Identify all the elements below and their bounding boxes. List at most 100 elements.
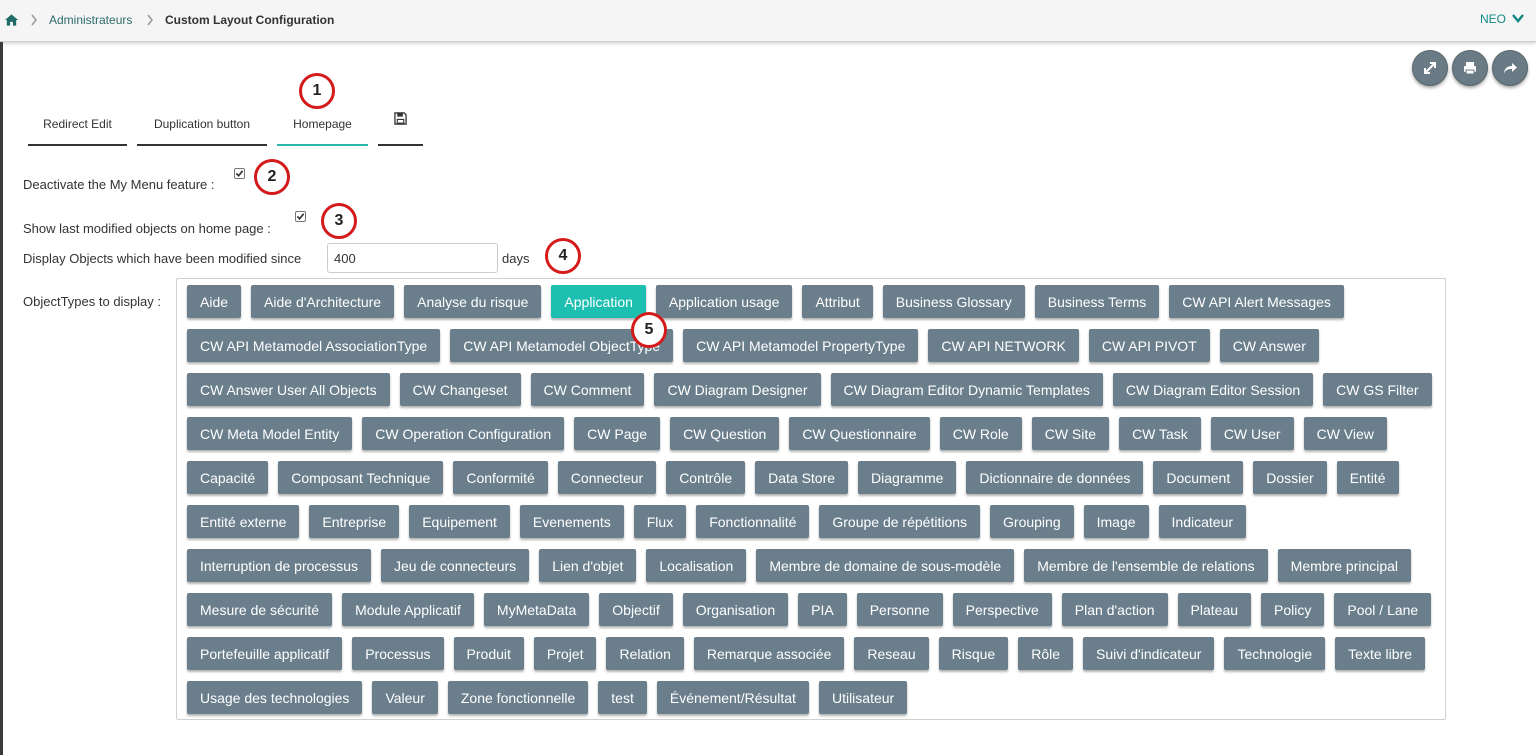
object-type-button[interactable]: Aide d'Architecture bbox=[251, 285, 395, 318]
object-type-button[interactable]: Zone fonctionnelle bbox=[447, 681, 589, 714]
object-type-button[interactable]: Entité bbox=[1336, 461, 1399, 494]
object-type-button[interactable]: Usage des technologies bbox=[187, 681, 363, 714]
tab-homepage[interactable]: Homepage bbox=[277, 104, 368, 146]
object-type-button[interactable]: Projet bbox=[533, 637, 597, 670]
object-type-button[interactable]: Capacité bbox=[187, 461, 269, 494]
object-type-button[interactable]: Utilisateur bbox=[818, 681, 908, 714]
object-type-button[interactable]: Policy bbox=[1261, 593, 1325, 626]
object-type-button[interactable]: CW Diagram Designer bbox=[654, 373, 821, 406]
deactivate-my-menu-checkbox[interactable] bbox=[234, 168, 245, 179]
object-type-button[interactable]: CW Task bbox=[1119, 417, 1201, 450]
object-type-button[interactable]: CW Operation Configuration bbox=[362, 417, 565, 450]
object-type-button[interactable]: Mesure de sécurité bbox=[187, 593, 333, 626]
tab-redirect-edit[interactable]: Redirect Edit bbox=[28, 104, 127, 146]
object-type-button[interactable]: CW Answer bbox=[1219, 329, 1319, 362]
object-type-button[interactable]: CW Comment bbox=[530, 373, 645, 406]
object-type-button[interactable]: CW API Alert Messages bbox=[1169, 285, 1344, 318]
object-type-button[interactable]: Contrôle bbox=[666, 461, 746, 494]
object-type-button[interactable]: CW Diagram Editor Dynamic Templates bbox=[830, 373, 1103, 406]
object-type-button[interactable]: Connecteur bbox=[557, 461, 657, 494]
object-type-button[interactable]: Produit bbox=[453, 637, 524, 670]
object-type-button[interactable]: Rôle bbox=[1018, 637, 1074, 670]
object-type-button[interactable]: PIA bbox=[798, 593, 847, 626]
object-type-button[interactable]: Texte libre bbox=[1335, 637, 1425, 670]
object-type-button[interactable]: Fonctionnalité bbox=[696, 505, 810, 538]
object-type-button[interactable]: CW User bbox=[1210, 417, 1294, 450]
object-type-button[interactable]: Personne bbox=[856, 593, 943, 626]
print-button[interactable] bbox=[1452, 50, 1488, 86]
object-type-button[interactable]: Application bbox=[551, 285, 646, 318]
object-type-button[interactable]: CW View bbox=[1303, 417, 1387, 450]
object-type-button[interactable]: Valeur bbox=[372, 681, 438, 714]
object-type-button[interactable]: Document bbox=[1153, 461, 1244, 494]
object-type-button[interactable]: test bbox=[598, 681, 647, 714]
object-type-button[interactable]: Organisation bbox=[682, 593, 789, 626]
object-type-button[interactable]: Membre de domaine de sous-modèle bbox=[756, 549, 1015, 582]
object-type-button[interactable]: Image bbox=[1083, 505, 1149, 538]
object-type-button[interactable]: Entité externe bbox=[187, 505, 300, 538]
object-type-button[interactable]: Localisation bbox=[646, 549, 747, 582]
object-type-button[interactable]: Événement/Résultat bbox=[656, 681, 809, 714]
object-type-button[interactable]: Evenements bbox=[519, 505, 624, 538]
object-type-button[interactable]: Module Applicatif bbox=[342, 593, 474, 626]
object-type-button[interactable]: Membre de l'ensemble de relations bbox=[1024, 549, 1268, 582]
object-type-button[interactable]: Indicateur bbox=[1158, 505, 1247, 538]
object-type-button[interactable]: Equipement bbox=[409, 505, 510, 538]
object-type-button[interactable]: CW API Metamodel PropertyType bbox=[683, 329, 919, 362]
tab-duplication-button[interactable]: Duplication button bbox=[137, 104, 267, 146]
object-type-button[interactable]: Flux bbox=[633, 505, 687, 538]
object-type-button[interactable]: Diagramme bbox=[858, 461, 957, 494]
object-type-button[interactable]: Technologie bbox=[1224, 637, 1326, 670]
object-type-button[interactable]: Plan d'action bbox=[1061, 593, 1168, 626]
object-type-button[interactable]: Dossier bbox=[1253, 461, 1327, 494]
object-type-button[interactable]: Lien d'objet bbox=[539, 549, 637, 582]
object-type-button[interactable]: Dictionnaire de données bbox=[966, 461, 1144, 494]
object-type-button[interactable]: Relation bbox=[606, 637, 684, 670]
expand-button[interactable] bbox=[1412, 50, 1448, 86]
object-type-button[interactable]: Conformité bbox=[453, 461, 548, 494]
tab-save[interactable] bbox=[378, 104, 423, 146]
days-input[interactable] bbox=[327, 243, 498, 273]
object-type-button[interactable]: Groupe de répétitions bbox=[819, 505, 981, 538]
object-type-button[interactable]: CW Diagram Editor Session bbox=[1112, 373, 1314, 406]
object-type-button[interactable]: Analyse du risque bbox=[404, 285, 542, 318]
object-type-button[interactable]: Interruption de processus bbox=[187, 549, 371, 582]
share-button[interactable] bbox=[1492, 50, 1528, 86]
breadcrumb-administrateurs[interactable]: Administrateurs bbox=[49, 13, 132, 27]
object-type-button[interactable]: Application usage bbox=[655, 285, 793, 318]
object-type-button[interactable]: CW Answer User All Objects bbox=[187, 373, 390, 406]
object-type-button[interactable]: Entreprise bbox=[309, 505, 400, 538]
object-type-button[interactable]: CW Meta Model Entity bbox=[187, 417, 353, 450]
object-type-button[interactable]: Reseau bbox=[854, 637, 929, 670]
object-type-button[interactable]: Business Glossary bbox=[882, 285, 1025, 318]
home-icon[interactable] bbox=[4, 13, 19, 27]
user-menu[interactable]: NEO bbox=[1480, 12, 1524, 26]
object-type-button[interactable]: Aide bbox=[187, 285, 242, 318]
object-type-button[interactable]: Grouping bbox=[990, 505, 1074, 538]
object-type-button[interactable]: Jeu de connecteurs bbox=[380, 549, 530, 582]
object-type-button[interactable]: CW Questionnaire bbox=[789, 417, 930, 450]
object-type-button[interactable]: Data Store bbox=[755, 461, 849, 494]
object-type-button[interactable]: Membre principal bbox=[1277, 549, 1412, 582]
object-type-button[interactable]: Attribut bbox=[802, 285, 873, 318]
object-type-button[interactable]: Composant Technique bbox=[278, 461, 444, 494]
object-type-button[interactable]: Plateau bbox=[1177, 593, 1252, 626]
object-type-button[interactable]: CW GS Filter bbox=[1323, 373, 1432, 406]
object-type-button[interactable]: CW Site bbox=[1031, 417, 1110, 450]
object-type-button[interactable]: Pool / Lane bbox=[1334, 593, 1432, 626]
object-type-button[interactable]: CW API Metamodel AssociationType bbox=[187, 329, 441, 362]
object-type-button[interactable]: Suivi d'indicateur bbox=[1083, 637, 1215, 670]
object-type-button[interactable]: Objectif bbox=[599, 593, 673, 626]
object-type-button[interactable]: Perspective bbox=[952, 593, 1052, 626]
object-type-button[interactable]: CW API PIVOT bbox=[1088, 329, 1210, 362]
object-type-button[interactable]: CW Changeset bbox=[399, 373, 521, 406]
object-type-button[interactable]: CW Page bbox=[574, 417, 661, 450]
show-last-modified-checkbox[interactable] bbox=[295, 211, 306, 222]
object-type-button[interactable]: MyMetaData bbox=[483, 593, 590, 626]
object-type-button[interactable]: CW Role bbox=[939, 417, 1022, 450]
object-type-button[interactable]: Processus bbox=[352, 637, 444, 670]
object-type-button[interactable]: Remarque associée bbox=[693, 637, 845, 670]
object-type-button[interactable]: CW API NETWORK bbox=[928, 329, 1079, 362]
object-type-button[interactable]: Risque bbox=[938, 637, 1009, 670]
object-type-button[interactable]: Portefeuille applicatif bbox=[187, 637, 343, 670]
